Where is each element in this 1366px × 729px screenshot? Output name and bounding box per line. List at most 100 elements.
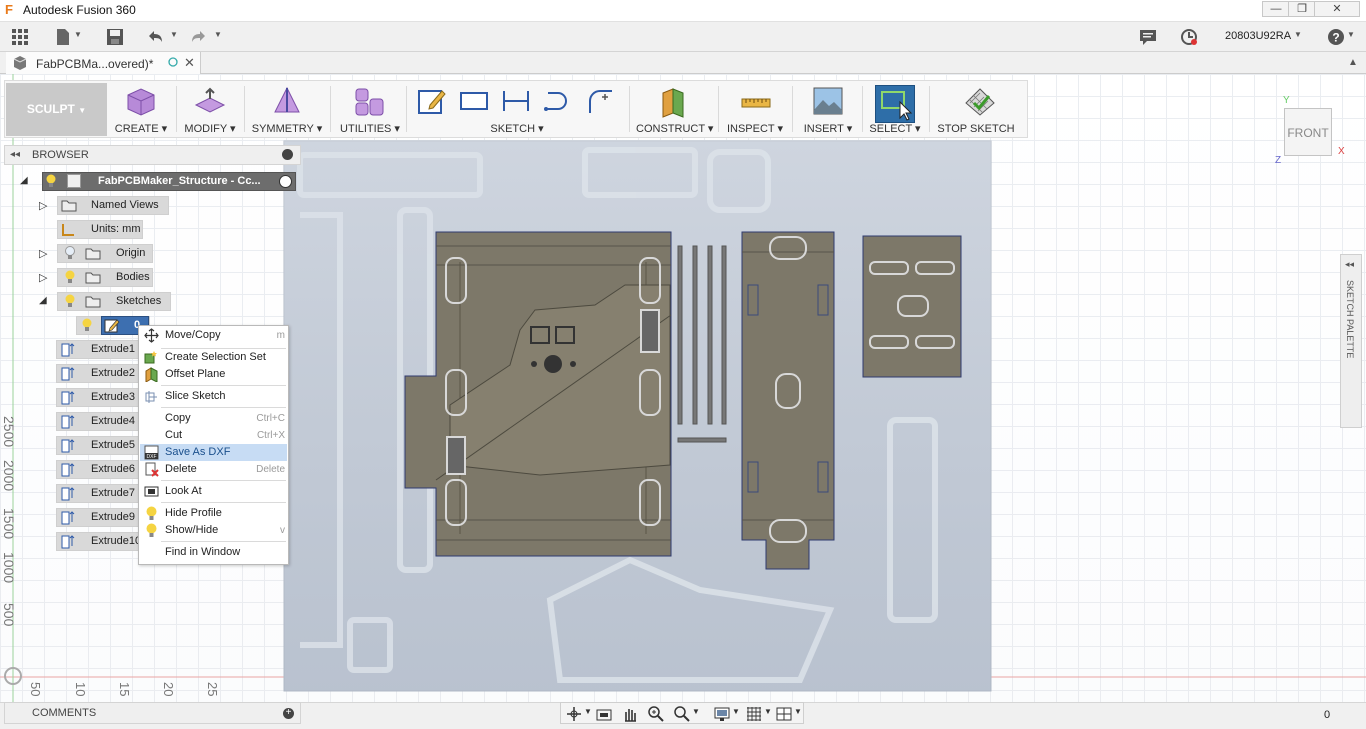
help-icon[interactable]: ? [1326,27,1346,47]
tab-overflow-caret-icon[interactable]: ▲ [1348,57,1358,68]
feature-extrude9[interactable]: Extrude9 [56,508,140,527]
sketch-palette-tab[interactable]: ◂◂ SKETCH PALETTE [1340,254,1362,428]
minimize-button[interactable]: — [1262,1,1290,17]
feature-extrude4[interactable]: Extrude4 [56,412,140,431]
root-visibility-bulb-icon[interactable] [45,174,57,191]
view-cube-y-axis: Y [1283,95,1290,106]
extrude-icon [60,486,76,504]
menu-item-save-as-dxf[interactable]: DXF Save As DXF [140,444,287,461]
add-comment-icon[interactable]: + [283,708,294,719]
zoom-icon[interactable] [647,705,665,726]
tree-node-bodies[interactable]: ▷ Bodies [37,268,157,287]
zoom-caret-icon[interactable]: ▼ [692,707,700,716]
utilities-menu-label: UTILITIES [340,123,392,135]
sketches-expand-icon[interactable]: ◢ [39,295,47,306]
feature-extrude1[interactable]: Extrude1 [56,340,140,359]
orbit-icon[interactable] [565,705,583,726]
job-status-icon[interactable] [1179,27,1199,47]
grid-caret-icon[interactable]: ▼ [764,707,772,716]
root-expand-icon[interactable]: ◢ [20,175,28,186]
browser-collapse-icon[interactable]: ◂◂ [10,149,20,160]
extrude-icon [60,438,76,456]
feature-extrude5[interactable]: Extrude5 [56,436,140,455]
feature-extrude3[interactable]: Extrude3 [56,388,140,407]
bodies-visibility-bulb-icon[interactable] [64,270,76,287]
workspace-switcher-button[interactable]: SCULPT ▼ [6,83,107,136]
file-menu-icon[interactable] [55,27,71,47]
menu-item-offset-plane[interactable]: Offset Plane [140,366,287,383]
named-views-folder-icon [61,199,77,215]
display-settings-icon[interactable] [713,705,731,726]
bodies-expand-icon[interactable]: ▷ [39,271,47,284]
data-panel-grid-icon[interactable] [10,27,30,47]
tree-node-units[interactable]: Units: mm [57,220,157,239]
sketches-visibility-bulb-icon[interactable] [64,294,76,311]
select-menu[interactable]: SELECT ▾ [866,82,924,138]
menu-item-delete[interactable]: Delete Delete [140,461,287,478]
menu-item-cut[interactable]: Cut Ctrl+X [140,427,287,444]
insert-menu[interactable]: INSERT ▾ [800,82,856,138]
origin-visibility-bulb-icon[interactable] [64,246,76,263]
fit-zoom-icon[interactable] [673,705,691,726]
ruler-label-2500: 2500 [1,416,17,448]
feature-extrude6[interactable]: Extrude6 [56,460,140,479]
menu-item-copy[interactable]: Copy Ctrl+C [140,410,287,427]
file-menu-caret-icon[interactable]: ▼ [74,30,82,39]
inspect-menu[interactable]: INSPECT ▾ [724,82,786,138]
maximize-button[interactable]: ❐ [1288,1,1316,17]
feature-extrude2[interactable]: Extrude2 [56,364,140,383]
create-menu[interactable]: CREATE ▾ [112,82,170,138]
menu-item-create-selection-set[interactable]: Create Selection Set [140,349,287,366]
browser-minimize-icon[interactable] [282,149,293,160]
viewports-icon[interactable] [775,705,793,726]
tree-node-root[interactable]: ◢ FabPCBMaker_Structure - Cc... [20,172,300,191]
menu-item-look-at[interactable]: Look At [140,483,287,500]
notifications-icon[interactable] [1139,27,1157,47]
help-caret-icon[interactable]: ▼ [1347,30,1355,39]
menu-item-move-copy[interactable]: Move/Copy m [140,327,287,344]
tree-node-origin[interactable]: ▷ Origin [37,244,157,263]
workspace-label: SCULPT [26,102,75,116]
pan-hand-icon[interactable] [621,705,639,726]
construct-menu[interactable]: CONSTRUCT ▾ [636,82,713,138]
view-cube[interactable]: FRONT [1284,108,1332,156]
viewports-caret-icon[interactable]: ▼ [794,707,802,716]
bodies-folder-icon [85,271,101,287]
feature-extrude7[interactable]: Extrude7 [56,484,140,503]
user-menu-caret-icon[interactable]: ▼ [1294,30,1302,39]
stop-sketch-button[interactable]: STOP SKETCH [934,82,1018,138]
stop-sketch-label: STOP SKETCH [937,123,1015,135]
sketch-menu[interactable]: SKETCH ▾ [412,82,622,138]
document-tab[interactable]: FabPCBMa...overed)* ✕ [6,52,201,74]
menu-item-slice-sketch[interactable]: Slice Sketch [140,388,287,405]
save-icon[interactable] [106,27,124,47]
symmetry-menu-label: SYMMETRY [251,123,314,135]
menu-item-find-in-window[interactable]: Find in Window [140,544,287,561]
named-views-expand-icon[interactable]: ▷ [39,199,47,212]
user-account-menu[interactable]: 20803U92RA [1225,30,1291,42]
sketch-visibility-bulb-icon[interactable] [81,318,93,335]
close-button[interactable]: ✕ [1314,1,1360,17]
redo-caret-icon[interactable]: ▼ [214,30,222,39]
grid-settings-icon[interactable] [745,705,763,726]
active-component-radio-icon[interactable] [279,175,292,188]
modify-menu[interactable]: MODIFY ▾ [180,82,240,138]
tree-node-sketches[interactable]: ◢ Sketches [37,292,177,311]
display-caret-icon[interactable]: ▼ [732,707,740,716]
menu-item-show-hide[interactable]: Show/Hide v [140,522,287,539]
origin-expand-icon[interactable]: ▷ [39,247,47,260]
comments-panel-header[interactable]: COMMENTS + [4,702,301,724]
menu-item-hide-profile[interactable]: Hide Profile [140,505,287,522]
orbit-caret-icon[interactable]: ▼ [584,707,592,716]
palette-expand-icon[interactable]: ◂◂ [1345,259,1354,270]
svg-text:DXF: DXF [147,454,157,460]
close-tab-icon[interactable]: ✕ [184,55,195,71]
undo-icon[interactable] [146,27,164,47]
feature-extrude10[interactable]: Extrude10 [56,532,141,551]
redo-icon[interactable] [190,27,208,47]
look-at-face-icon[interactable] [595,705,613,726]
symmetry-menu[interactable]: SYMMETRY ▾ [250,82,324,138]
tree-node-named-views[interactable]: ▷ Named Views [37,196,177,215]
undo-caret-icon[interactable]: ▼ [170,30,178,39]
utilities-menu[interactable]: UTILITIES ▾ [340,82,400,138]
